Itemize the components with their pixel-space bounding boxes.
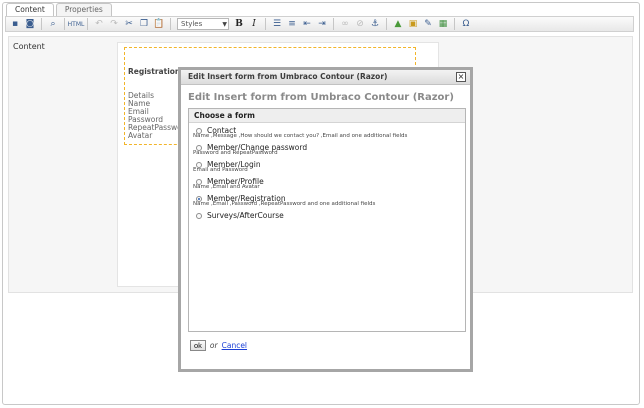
redo-icon[interactable]: ↷ xyxy=(107,17,121,31)
form-chooser-box: Choose a form Contact Name ,Message ,How… xyxy=(188,108,466,332)
insert-form-dialog: Edit Insert form from Umbraco Contour (R… xyxy=(178,67,473,372)
form-option-label: Member/Registration xyxy=(207,194,286,203)
dialog-titlebar: Edit Insert form from Umbraco Contour (R… xyxy=(181,70,470,85)
copy-icon[interactable]: ❐ xyxy=(137,17,151,31)
numbered-list-icon[interactable]: ≡ xyxy=(285,17,299,31)
anchor-icon[interactable]: ⚓ xyxy=(368,17,382,31)
tab-content[interactable]: Content xyxy=(6,3,54,17)
styles-select[interactable]: Styles ▼ xyxy=(177,18,229,30)
toolbar-separator xyxy=(333,18,334,30)
toolbar-separator xyxy=(41,18,42,30)
paste-icon[interactable]: 📋 xyxy=(152,17,166,31)
tab-bar: Content Properties xyxy=(6,3,112,17)
radio-button[interactable] xyxy=(196,162,202,168)
form-option[interactable]: Member/Change password xyxy=(189,141,465,152)
close-icon[interactable]: × xyxy=(456,72,466,82)
preview-icon[interactable]: ⌕ xyxy=(46,17,60,31)
form-option[interactable]: Contact xyxy=(189,124,465,135)
cut-icon[interactable]: ✂ xyxy=(122,17,136,31)
form-option[interactable]: Member/Profile xyxy=(189,175,465,186)
radio-button[interactable] xyxy=(196,145,202,151)
styles-select-value: Styles xyxy=(181,20,203,28)
dialog-footer: ok or Cancel xyxy=(190,340,247,351)
link-icon[interactable]: ∞ xyxy=(338,17,352,31)
italic-button[interactable]: I xyxy=(247,17,261,31)
form-option[interactable]: Surveys/AfterCourse xyxy=(189,209,465,220)
or-text: or xyxy=(209,341,218,350)
bold-button[interactable]: B xyxy=(232,17,246,31)
toolbar-separator xyxy=(170,18,171,30)
form-option-label: Surveys/AfterCourse xyxy=(207,211,284,220)
radio-button[interactable] xyxy=(196,179,202,185)
toolbar-separator xyxy=(265,18,266,30)
toolbar-separator xyxy=(386,18,387,30)
html-source-icon[interactable]: HTML xyxy=(68,17,85,31)
toolbar-separator xyxy=(87,18,88,30)
insert-table-icon[interactable]: ▦ xyxy=(436,17,450,31)
cancel-link[interactable]: Cancel xyxy=(222,341,247,350)
insert-macro-icon[interactable]: ▣ xyxy=(406,17,420,31)
toolbar-separator xyxy=(64,18,65,30)
undo-icon[interactable]: ↶ xyxy=(92,17,106,31)
ok-button[interactable]: ok xyxy=(190,340,206,351)
form-option[interactable]: Member/Registration xyxy=(189,192,465,203)
form-option-label: Member/Profile xyxy=(207,177,264,186)
radio-button-selected[interactable] xyxy=(196,196,202,202)
chevron-down-icon: ▼ xyxy=(222,21,227,28)
dialog-title: Edit Insert form from Umbraco Contour (R… xyxy=(188,72,388,81)
outdent-icon[interactable]: ⇤ xyxy=(300,17,314,31)
toolbar-separator xyxy=(454,18,455,30)
tab-properties[interactable]: Properties xyxy=(55,3,112,16)
save-publish-icon[interactable]: ◙ xyxy=(23,17,37,31)
macro-title: Registration xyxy=(128,67,181,76)
edit-macro-icon[interactable]: ✎ xyxy=(421,17,435,31)
form-chooser-title: Choose a form xyxy=(189,109,465,123)
indent-icon[interactable]: ⇥ xyxy=(315,17,329,31)
special-char-icon[interactable]: Ω xyxy=(459,17,473,31)
form-option-label: Member/Login xyxy=(207,160,261,169)
bullet-list-icon[interactable]: ☰ xyxy=(270,17,284,31)
form-option[interactable]: Member/Login xyxy=(189,158,465,169)
unlink-icon[interactable]: ⊘ xyxy=(353,17,367,31)
form-option-label: Contact xyxy=(207,126,237,135)
form-option-label: Member/Change password xyxy=(207,143,308,152)
radio-button[interactable] xyxy=(196,213,202,219)
save-icon[interactable]: ▪ xyxy=(8,17,22,31)
dialog-heading: Edit Insert form from Umbraco Contour (R… xyxy=(188,92,454,103)
content-field-label: Content xyxy=(13,42,45,51)
form-options: Contact Name ,Message ,How should we con… xyxy=(189,124,465,220)
radio-button[interactable] xyxy=(196,128,202,134)
editor-toolbar: ▪ ◙ ⌕ HTML ↶ ↷ ✂ ❐ 📋 Styles ▼ B I ☰ ≡ ⇤ … xyxy=(5,16,634,32)
insert-image-icon[interactable]: ▲ xyxy=(391,17,405,31)
